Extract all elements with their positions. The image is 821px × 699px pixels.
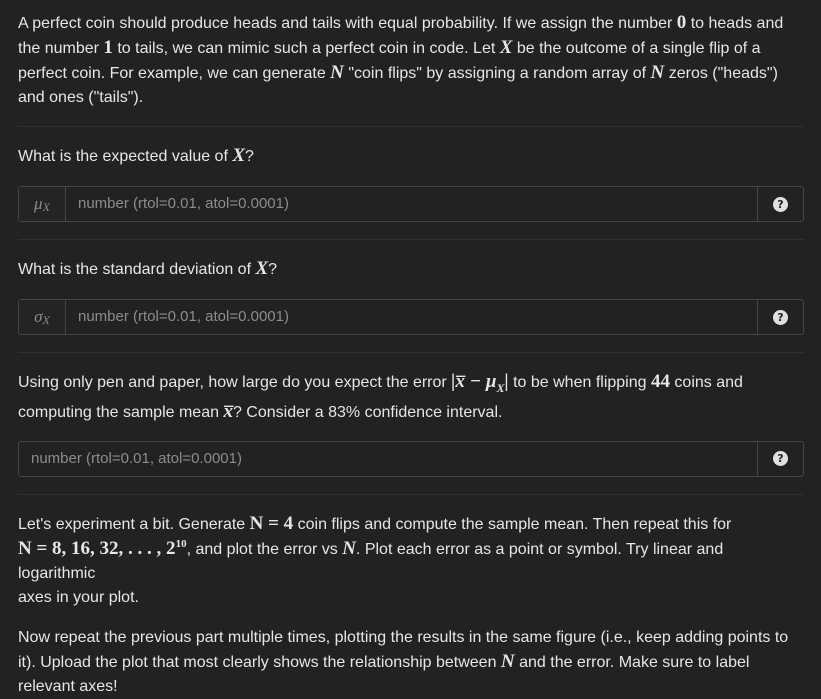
question-text: What is the expected value of [18, 148, 233, 165]
math-var-n: N [500, 650, 515, 672]
question-mark-icon: ? [773, 451, 788, 467]
math-var-n: N [650, 62, 665, 83]
help-button[interactable]: ? [757, 441, 803, 476]
paragraph-text: it). Upload the plot that most clearly s… [18, 653, 501, 671]
math-var-n: N [330, 62, 344, 83]
sigma-symbol: σ [34, 307, 43, 326]
divider [18, 493, 804, 495]
help-button[interactable]: ? [757, 300, 803, 334]
paragraph-text: relevant axes! [18, 677, 118, 695]
paragraph-text: and the error. Make sure to label [514, 653, 750, 671]
intro-text: to tails, we can mimic such a perfect co… [112, 40, 500, 57]
math-n-equals-4: N = 4 [249, 512, 294, 534]
question-text: ? Consider a 83% confidence interval. [232, 403, 503, 421]
question-text: coins and [669, 374, 743, 391]
question-text: to be when flipping [508, 374, 651, 391]
question-text: Using only pen and paper, how large do y… [18, 374, 452, 391]
error-expr: |x̅ − μ [451, 371, 497, 392]
question-text: What is the standard deviation of [18, 261, 256, 278]
paragraph-text: coin flips and compute the sample mean. … [293, 515, 732, 533]
intro-text: to heads and [686, 15, 784, 32]
question-expected-value: What is the expected value of X? [18, 144, 804, 169]
intro-text: the number [18, 40, 104, 57]
question-text: ? [245, 148, 254, 165]
mu-symbol: μ [34, 194, 43, 213]
intro-text: perfect coin. For example, we can genera… [18, 65, 331, 82]
n-sequence: N = 8, 16, 32, . . . , 2 [18, 537, 176, 559]
divider [18, 239, 804, 240]
intro-text: A perfect coin should produce heads and … [18, 15, 677, 32]
error-estimate-field[interactable]: number (rtol=0.01, atol=0.0001) ? [18, 440, 804, 477]
n-sequence-exp: 10 [175, 537, 187, 550]
math-n-sequence: N = 8, 16, 32, . . . , 210 [18, 538, 187, 559]
math-coin-count: 44 [650, 371, 670, 392]
standard-deviation-field[interactable]: σX number (rtol=0.01, atol=0.0001) ? [18, 299, 804, 335]
question-panel: A perfect coin should produce heads and … [18, 11, 804, 699]
mu-subscript: X [42, 200, 50, 214]
paragraph-text: , and plot the error vs [186, 540, 343, 558]
math-zero: 0 [676, 12, 687, 33]
intro-text: zeros ("heads") [664, 65, 778, 82]
paragraph-text: axes in your plot. [18, 588, 139, 606]
experiment-paragraph: Let's experiment a bit. Generate N = 4 c… [18, 512, 804, 610]
question-error-estimate: Using only pen and paper, how large do y… [18, 370, 804, 425]
mu-x-label: μX [19, 187, 66, 221]
expected-value-input[interactable]: number (rtol=0.01, atol=0.0001) [78, 187, 289, 221]
math-var-n: N [342, 537, 356, 559]
divider [18, 126, 804, 127]
upload-paragraph: Now repeat the previous part multiple ti… [18, 626, 804, 699]
question-standard-deviation: What is the standard deviation of X? [18, 257, 804, 282]
question-mark-icon: ? [773, 309, 788, 325]
math-xbar: x̅ [223, 400, 233, 422]
math-one: 1 [103, 37, 113, 58]
question-mark-icon: ? [773, 196, 788, 212]
question-text: computing the sample mean [18, 403, 224, 421]
math-var-x: X [499, 37, 513, 58]
intro-text: "coin flips" by assigning a random array… [343, 65, 651, 82]
math-var-x: X [255, 258, 269, 279]
sigma-x-label: σX [19, 300, 66, 334]
intro-text: be the outcome of a single flip of a [512, 40, 761, 57]
question-text: ? [268, 261, 278, 278]
math-var-x: X [232, 145, 246, 166]
help-button[interactable]: ? [757, 187, 803, 221]
intro-paragraph: A perfect coin should produce heads and … [18, 11, 804, 110]
standard-deviation-input[interactable]: number (rtol=0.01, atol=0.0001) [78, 300, 289, 334]
paragraph-text: Now repeat the previous part multiple ti… [18, 628, 789, 646]
divider [18, 352, 804, 353]
math-error-expr: |x̅ − μX| [451, 371, 508, 395]
intro-text: and ones ("tails"). [18, 89, 144, 106]
expected-value-field[interactable]: μX number (rtol=0.01, atol=0.0001) ? [18, 186, 804, 222]
paragraph-text: Let's experiment a bit. Generate [18, 515, 250, 533]
error-estimate-input[interactable]: number (rtol=0.01, atol=0.0001) [31, 442, 242, 476]
sigma-subscript: X [42, 313, 50, 327]
